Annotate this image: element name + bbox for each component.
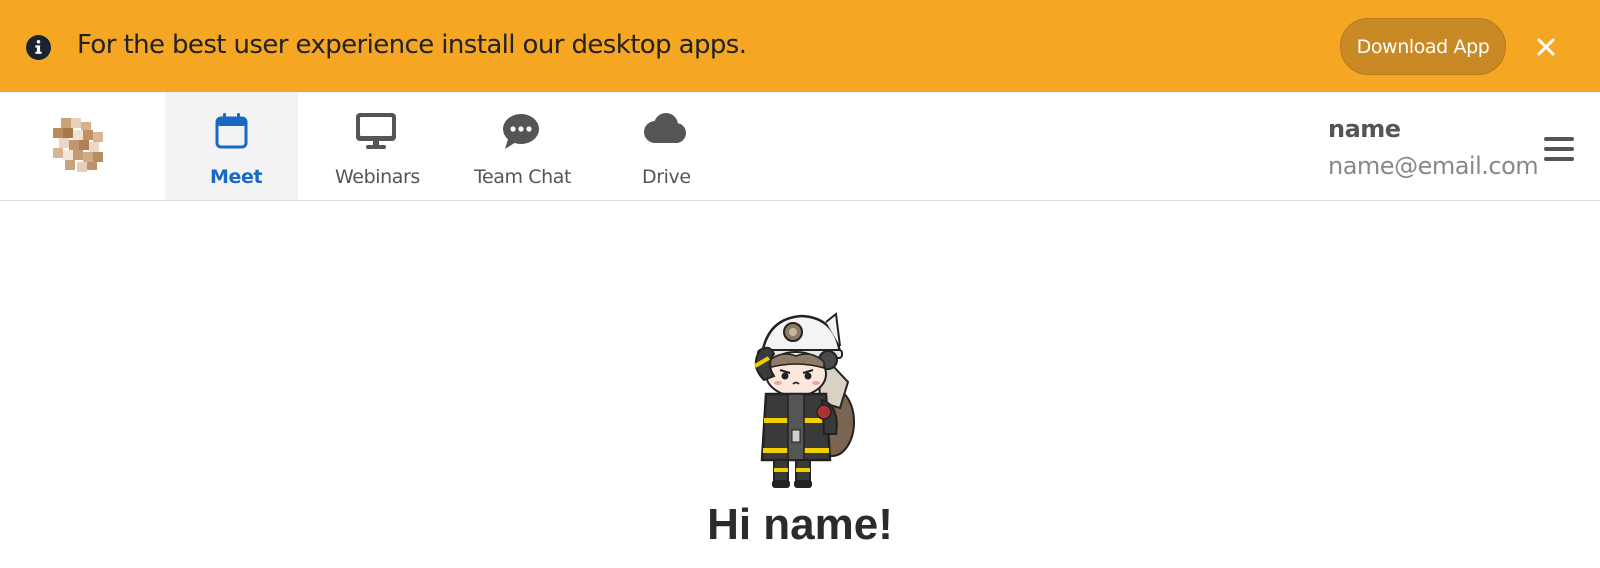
tab-drive[interactable]: Drive <box>618 92 710 200</box>
tab-webinars[interactable]: Webinars <box>312 92 440 200</box>
install-banner: For the best user experience install our… <box>0 0 1600 92</box>
logo-icon[interactable] <box>53 118 107 172</box>
monitor-icon <box>356 113 396 149</box>
user-name[interactable]: name <box>1328 115 1401 143</box>
tab-label: Team Chat <box>474 166 572 188</box>
top-navbar: Meet Webinars Team Chat Drive name name@… <box>0 92 1600 201</box>
chat-bubble-icon <box>503 114 539 149</box>
user-email: name@email.com <box>1328 152 1539 180</box>
tab-team-chat[interactable]: Team Chat <box>460 92 580 200</box>
mascot-illustration <box>754 312 855 488</box>
download-app-button[interactable]: Download App <box>1340 18 1506 75</box>
banner-message: For the best user experience install our… <box>77 30 747 60</box>
info-icon <box>26 35 51 60</box>
tab-meet[interactable]: Meet <box>165 92 298 200</box>
close-icon[interactable] <box>1535 36 1557 58</box>
tab-label: Webinars <box>335 166 420 188</box>
tab-label: Drive <box>642 166 691 188</box>
tab-label: Meet <box>210 166 263 188</box>
greeting-heading: Hi name! <box>707 500 893 549</box>
calendar-icon <box>215 113 248 149</box>
cloud-icon <box>644 113 686 143</box>
hamburger-menu-icon[interactable] <box>1544 136 1574 162</box>
